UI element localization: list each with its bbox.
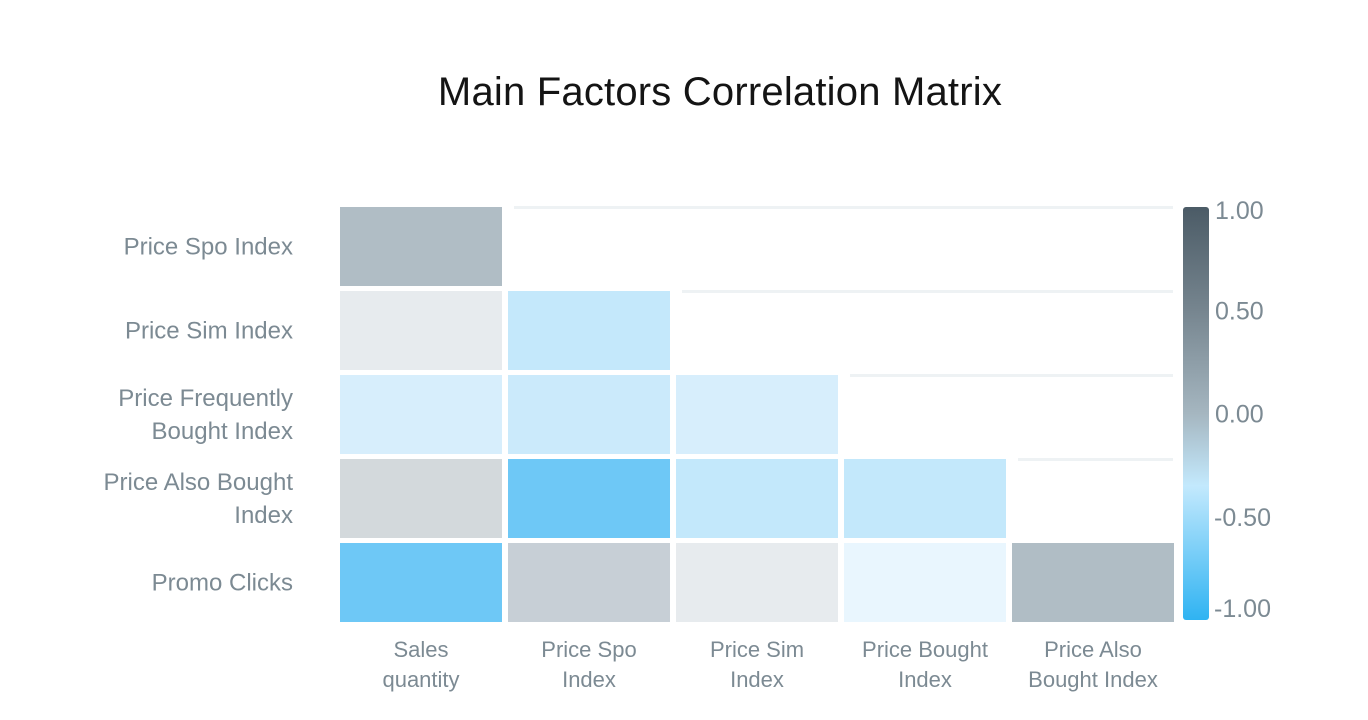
heatmap-cell — [340, 543, 502, 622]
x-axis-label: Price Sim — [710, 637, 804, 662]
heatmap-cell — [676, 375, 838, 454]
heatmap-cell — [508, 459, 670, 538]
heatmap-cell — [340, 375, 502, 454]
y-axis-label: Price Spo Index — [124, 234, 293, 261]
y-axis-label: Bought Index — [152, 418, 293, 445]
x-axis-label: Price Also — [1044, 637, 1142, 662]
x-axis-label: Index — [898, 667, 952, 692]
x-axis-label: Index — [730, 667, 784, 692]
heatmap-cell — [676, 459, 838, 538]
y-axis-label: Promo Clicks — [152, 570, 293, 597]
heatmap-cell — [1012, 543, 1174, 622]
x-axis-label: Index — [562, 667, 616, 692]
colorbar-tick-label: 0.50 — [1215, 297, 1264, 325]
heatmap-cell — [508, 375, 670, 454]
colorbar-ticks: 1.00 0.50 0.00 -0.50 -1.00 — [1214, 197, 1271, 623]
heatmap-cell — [844, 543, 1006, 622]
empty-row-gridline — [514, 206, 1173, 209]
heatmap-cell — [676, 543, 838, 622]
x-axis-label: Price Spo — [541, 637, 636, 662]
colorbar-tick-label: 0.00 — [1215, 401, 1264, 429]
x-axis-labels: Sales quantity Price Spo Index Price Sim Inde… — [382, 637, 1157, 692]
heatmap-cell — [340, 459, 502, 538]
y-axis-label: Index — [234, 502, 293, 529]
heatmap-cells — [340, 207, 1174, 622]
correlation-heatmap: Price Spo Index Price Sim Index Price Freq… — [104, 197, 1271, 692]
y-axis-label: Price Also Bought — [104, 469, 294, 496]
y-axis-labels: Price Spo Index Price Sim Index Price Freq… — [104, 234, 294, 597]
heatmap-cell — [844, 459, 1006, 538]
x-axis-label: Price Bought — [862, 637, 988, 662]
heatmap-cell — [508, 543, 670, 622]
empty-row-gridline — [850, 374, 1173, 377]
heatmap-cell — [340, 207, 502, 286]
y-axis-label: Price Frequently — [118, 385, 293, 412]
empty-row-gridline — [1018, 458, 1173, 461]
colorbar — [1183, 207, 1209, 620]
colorbar-tick-label: 1.00 — [1215, 197, 1264, 225]
heatmap-cell — [508, 291, 670, 370]
x-axis-label: Sales — [393, 637, 448, 662]
heatmap-cell — [340, 291, 502, 370]
x-axis-label: Bought Index — [1028, 667, 1158, 692]
colorbar-tick-label: -0.50 — [1214, 504, 1271, 532]
y-axis-label: Price Sim Index — [125, 318, 293, 345]
empty-row-gridline — [682, 290, 1173, 293]
x-axis-label: quantity — [382, 667, 459, 692]
colorbar-tick-label: -1.00 — [1214, 595, 1271, 623]
